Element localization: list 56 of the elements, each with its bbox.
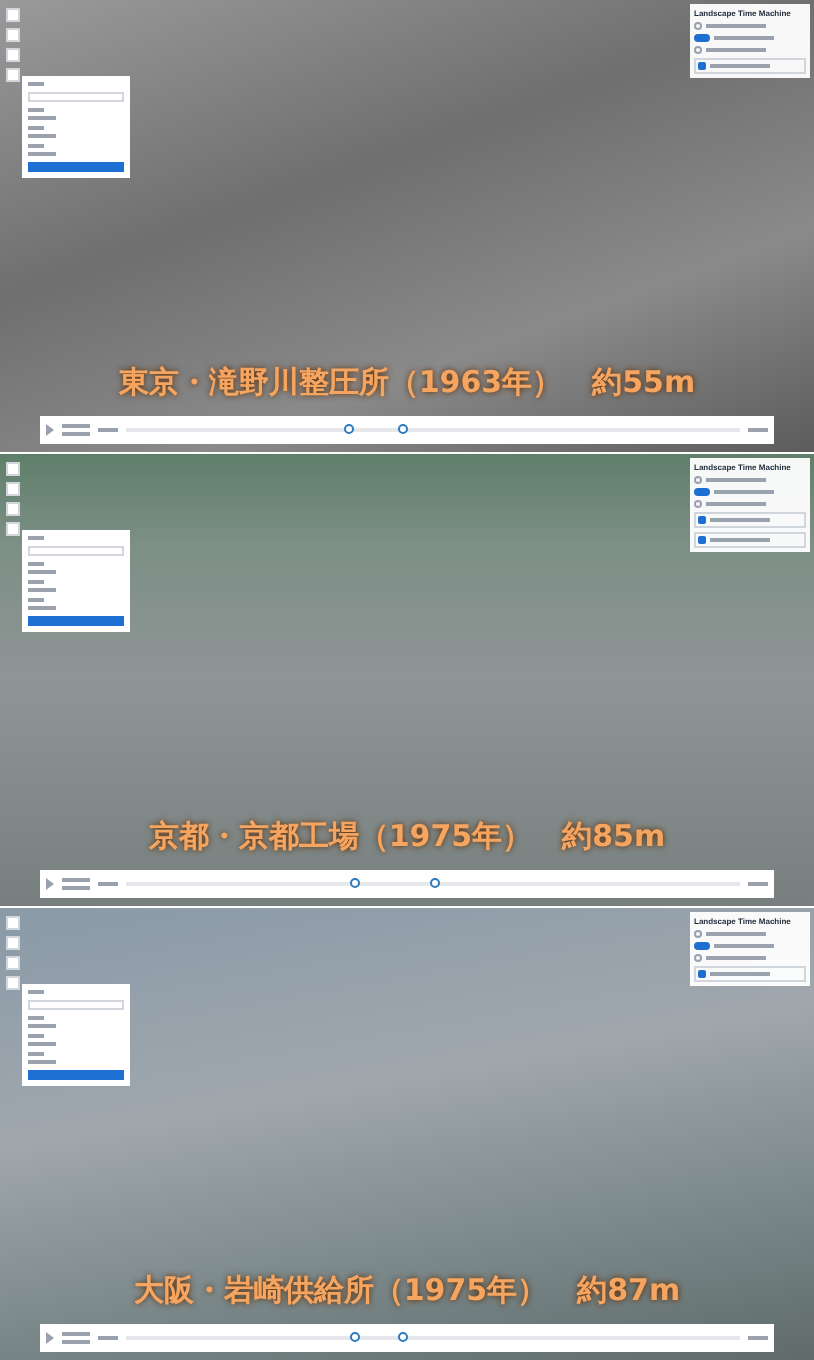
photo-caption: 東京・滝野川整圧所（1963年） 約55m [116,361,698,403]
play-icon[interactable] [46,424,54,436]
text-line [28,134,56,138]
text-line [710,538,770,542]
text-line [706,502,766,506]
text-line [706,24,766,28]
text-line [706,478,766,482]
radio-button[interactable] [694,500,702,508]
text-line [62,878,90,882]
radio-button[interactable] [694,46,702,54]
toggle-switch[interactable] [694,488,710,496]
text-line [28,570,56,574]
radio-button[interactable] [694,476,702,484]
text-line [706,932,766,936]
range-handle[interactable] [349,1332,360,1342]
text-line [714,944,774,948]
range-handle[interactable] [349,878,360,888]
range-handle[interactable] [343,424,354,434]
text-line [28,588,56,592]
text-line [710,972,770,976]
select-field[interactable] [28,1000,124,1010]
layer-checkbox[interactable] [698,970,706,978]
photo-caption: 大阪・岩崎供給所（1975年） 約87m [131,1269,683,1311]
text-line [28,1060,56,1064]
text-line [62,432,90,436]
text-line [714,490,774,494]
text-line [710,518,770,522]
text-line [706,956,766,960]
radio-button[interactable] [694,930,702,938]
toggle-switch[interactable] [694,34,710,42]
text-line [28,152,56,156]
play-icon[interactable] [46,878,54,890]
text-line [62,424,90,428]
text-line [714,36,774,40]
text-line [706,48,766,52]
text-line [62,1332,90,1336]
layer-checkbox[interactable] [698,516,706,524]
layer-checkbox[interactable] [698,536,706,544]
radio-button[interactable] [694,954,702,962]
text-line [28,1042,56,1046]
text-line [710,64,770,68]
play-icon[interactable] [46,1332,54,1344]
text-line [62,1340,90,1344]
text-line [28,116,56,120]
select-field[interactable] [28,546,124,556]
layer-checkbox[interactable] [698,62,706,70]
text-line [28,606,56,610]
range-handle[interactable] [398,1332,409,1342]
range-handle[interactable] [429,878,439,888]
toggle-switch[interactable] [694,942,710,950]
text-line [28,1024,56,1028]
photo-caption: 京都・京都工場（1975年） 約85m [146,815,668,857]
select-field[interactable] [28,92,124,102]
range-handle[interactable] [398,424,409,434]
text-line [62,886,90,890]
radio-button[interactable] [694,22,702,30]
